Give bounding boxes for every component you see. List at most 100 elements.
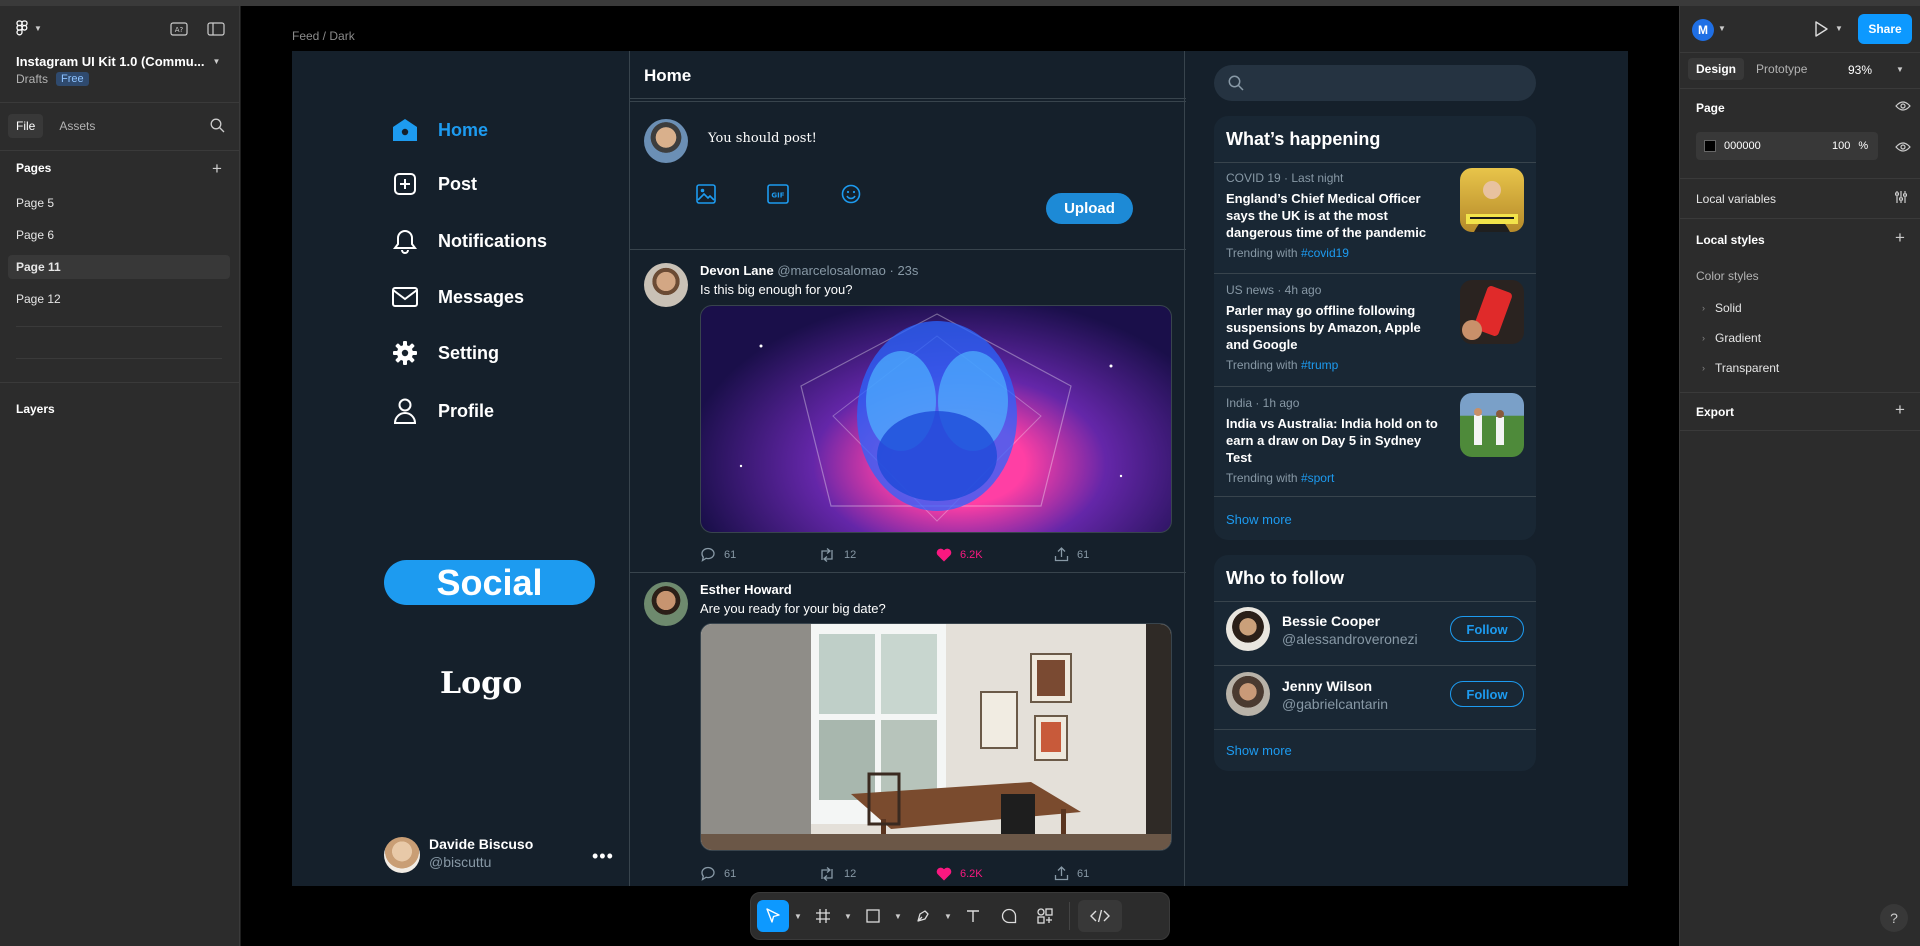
tweet-author[interactable]: Devon Lane @marcelosalomao · 23s (700, 263, 918, 278)
more-icon[interactable]: ••• (592, 846, 614, 867)
zoom-level[interactable]: 93% (1848, 63, 1872, 77)
file-location[interactable]: Drafts (16, 72, 48, 86)
nav-profile[interactable]: Profile (392, 398, 494, 424)
page-item[interactable]: Page 6 (8, 223, 230, 247)
help-button[interactable]: ? (1880, 904, 1908, 932)
nav-notifications[interactable]: Notifications (392, 228, 547, 254)
reply-button[interactable]: 61 (700, 547, 818, 562)
nav-setting[interactable]: Setting (392, 340, 499, 366)
hashtag-link[interactable]: #sport (1301, 471, 1334, 485)
follow-name[interactable]: Bessie Cooper (1282, 613, 1380, 629)
color-style-group[interactable]: › Solid (1702, 301, 1742, 315)
comment-tool[interactable] (993, 900, 1025, 932)
page-item[interactable]: Page 5 (8, 191, 230, 215)
canvas[interactable]: Feed / Dark Home Post Notifications Mess (241, 6, 1679, 946)
retweet-button[interactable]: 12 (818, 866, 936, 881)
follow-name[interactable]: Jenny Wilson (1282, 678, 1372, 694)
present-button[interactable] (1814, 21, 1828, 42)
show-more-link[interactable]: Show more (1226, 512, 1292, 527)
social-button[interactable]: Social (384, 560, 595, 605)
chevron-right-icon: › (1702, 363, 1705, 373)
emoji-icon[interactable] (840, 183, 862, 205)
figma-menu-icon[interactable] (16, 20, 30, 36)
chevron-down-icon[interactable]: ▼ (943, 900, 953, 932)
mail-icon (392, 284, 418, 310)
page-color-value[interactable]: 000000 (1724, 140, 1761, 152)
sliders-icon[interactable] (1894, 190, 1908, 209)
compose-input[interactable]: You should post! (708, 131, 817, 146)
follow-button[interactable]: Follow (1450, 681, 1524, 707)
text-tool[interactable] (957, 900, 989, 932)
frame-tool[interactable] (807, 900, 839, 932)
search-input[interactable] (1214, 65, 1536, 101)
trending-prefix: Trending with (1226, 358, 1298, 372)
shape-tool[interactable] (857, 900, 889, 932)
like-button[interactable]: 6.2K (936, 547, 1054, 562)
tab-assets[interactable]: Assets (51, 114, 103, 138)
nav-post[interactable]: Post (392, 171, 477, 197)
local-variables-label[interactable]: Local variables (1696, 192, 1776, 206)
avatar[interactable] (644, 263, 688, 307)
show-more-link[interactable]: Show more (1226, 743, 1292, 758)
actions-tool[interactable] (1029, 900, 1061, 932)
upload-button[interactable]: Upload (1046, 193, 1133, 224)
chevron-down-icon[interactable]: ▼ (893, 900, 903, 932)
share-button[interactable]: 61 (1054, 547, 1089, 562)
file-title-row[interactable]: Instagram UI Kit 1.0 (Commu... ▼ (16, 54, 220, 69)
eye-icon[interactable] (1895, 99, 1911, 118)
avatar[interactable] (384, 837, 420, 873)
add-export-icon[interactable]: + (1895, 400, 1905, 420)
main-menu[interactable]: ▼ (16, 20, 42, 36)
page-item[interactable]: Page 12 (8, 287, 230, 311)
local-styles-heading: Local styles (1696, 233, 1765, 247)
sidebar-toggle-icon[interactable] (207, 22, 225, 36)
avatar[interactable] (644, 582, 688, 626)
trend-thumbnail (1460, 168, 1524, 232)
gif-icon[interactable]: GIF (767, 183, 789, 205)
tab-prototype[interactable]: Prototype (1748, 58, 1815, 80)
dev-mode-toggle[interactable] (1078, 900, 1122, 932)
chevron-down-icon[interactable]: ▼ (1835, 24, 1843, 33)
tab-design[interactable]: Design (1688, 58, 1745, 80)
color-style-group[interactable]: › Transparent (1702, 361, 1779, 375)
chevron-down-icon[interactable]: ▼ (1896, 65, 1904, 74)
share-button[interactable]: Share (1858, 14, 1912, 44)
ai-icon[interactable]: A? (170, 22, 188, 36)
follow-button[interactable]: Follow (1450, 616, 1524, 642)
hashtag-link[interactable]: #covid19 (1301, 246, 1349, 260)
hashtag-link[interactable]: #trump (1301, 358, 1338, 372)
move-tool[interactable] (757, 900, 789, 932)
search-icon[interactable] (210, 118, 225, 133)
pen-tool[interactable] (907, 900, 939, 932)
user-avatar[interactable]: M (1692, 19, 1714, 41)
color-style-group[interactable]: › Gradient (1702, 331, 1761, 345)
retweet-button[interactable]: 12 (818, 547, 936, 562)
reply-button[interactable]: 61 (700, 866, 818, 881)
page-item-selected[interactable]: Page 11 (8, 255, 230, 279)
tab-file[interactable]: File (8, 114, 44, 138)
like-button[interactable]: 6.2K (936, 866, 1054, 881)
chevron-down-icon[interactable]: ▼ (1718, 24, 1726, 33)
tweet-author[interactable]: Esther Howard (700, 582, 792, 597)
frame-label[interactable]: Feed / Dark (292, 29, 355, 43)
chevron-down-icon[interactable]: ▼ (843, 900, 853, 932)
color-swatch[interactable] (1704, 140, 1716, 152)
chevron-down-icon[interactable]: ▼ (793, 900, 803, 932)
opacity-value[interactable]: 100 (1832, 140, 1850, 152)
avatar[interactable] (1226, 607, 1270, 651)
chevron-down-icon[interactable]: ▼ (213, 57, 221, 66)
nav-home[interactable]: Home (392, 117, 488, 143)
file-title[interactable]: Instagram UI Kit 1.0 (Commu... (16, 54, 205, 69)
add-style-icon[interactable]: + (1895, 228, 1905, 248)
add-page-icon[interactable]: + (212, 159, 222, 179)
tweet-image-astronaut[interactable] (700, 305, 1172, 533)
nav-messages[interactable]: Messages (392, 284, 524, 310)
avatar[interactable] (1226, 672, 1270, 716)
share-button[interactable]: 61 (1054, 866, 1089, 881)
page-opacity-field[interactable]: 100 % (1828, 132, 1878, 160)
divider[interactable] (0, 382, 240, 383)
image-icon[interactable] (695, 183, 717, 205)
feed-frame[interactable]: Home Post Notifications Messages Setting (292, 51, 1628, 886)
visibility-icon[interactable] (1895, 140, 1911, 159)
tweet-image-dining-room[interactable] (700, 623, 1172, 851)
